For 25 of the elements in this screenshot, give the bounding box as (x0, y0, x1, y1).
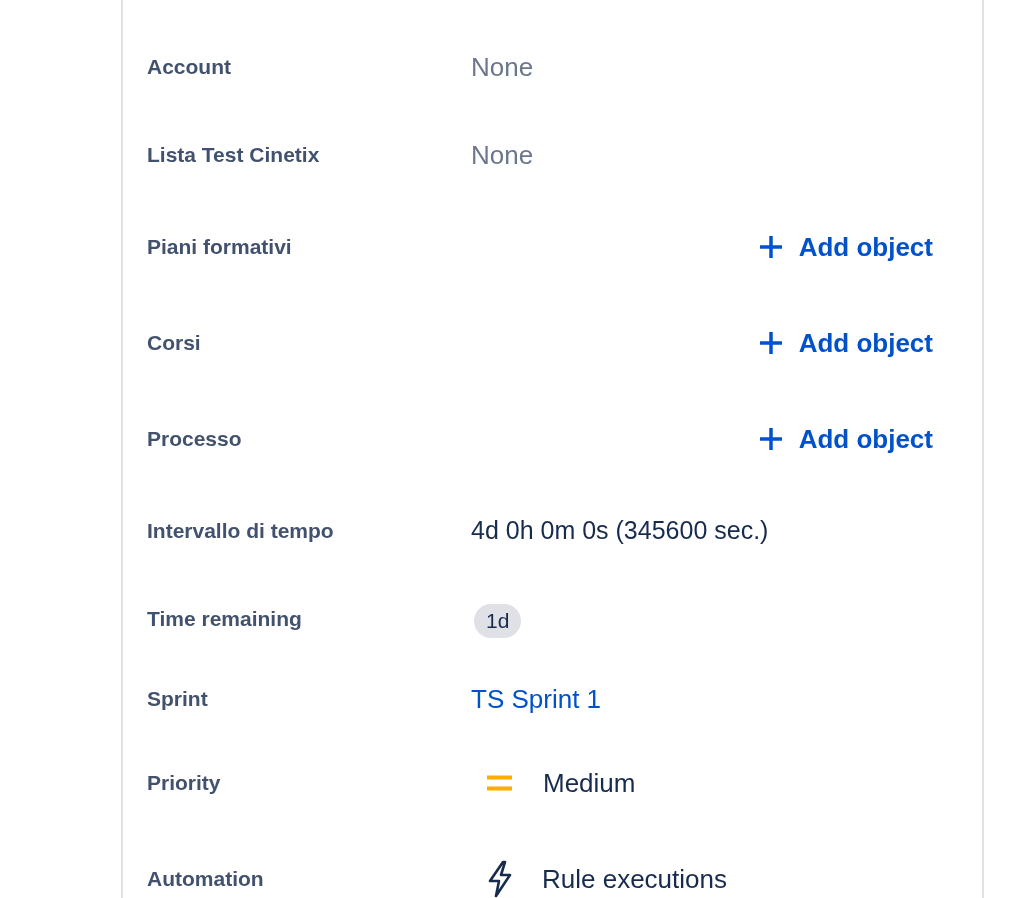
add-object-button[interactable]: Add object (758, 227, 933, 267)
field-label: Automation (147, 866, 265, 893)
field-label: Corsi (147, 330, 202, 357)
field-label: Piani formativi (147, 234, 293, 261)
plus-icon (758, 235, 783, 259)
lightning-icon (487, 860, 513, 898)
field-value: 4d 0h 0m 0s (345600 sec.) (471, 515, 769, 547)
field-value: None (471, 138, 534, 172)
field-label: Account (147, 54, 232, 81)
field-label: Time remaining (147, 606, 303, 633)
plus-icon (758, 427, 783, 451)
field-label: Sprint (147, 686, 209, 713)
field-label: Lista Test Cinetix (147, 142, 321, 169)
plus-icon (758, 331, 783, 355)
medium-priority-icon (487, 775, 512, 791)
field-label: Priority (147, 770, 222, 797)
rule-executions-link[interactable]: Rule executions (542, 859, 727, 898)
field-value: None (471, 50, 534, 84)
priority-value: Medium (543, 766, 636, 800)
add-object-button[interactable]: Add object (758, 323, 933, 363)
field-label: Intervallo di tempo (147, 518, 335, 545)
add-object-button[interactable]: Add object (758, 419, 933, 459)
sprint-link[interactable]: TS Sprint 1 (471, 679, 602, 719)
time-badge: 1d (474, 604, 522, 638)
field-label: Processo (147, 426, 243, 453)
